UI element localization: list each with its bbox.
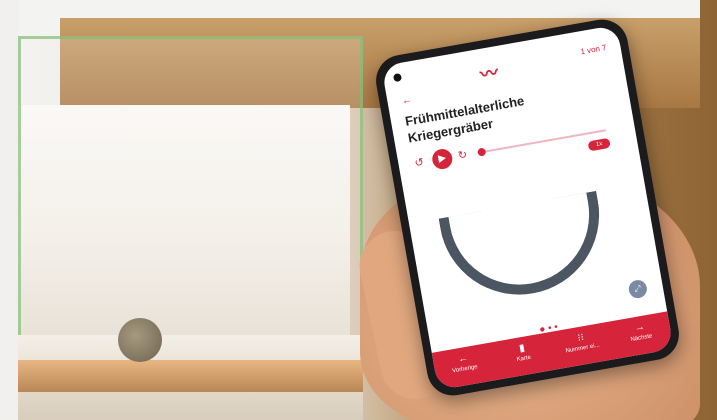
photo-scene: 〰 1 von 7 ← Frühmittelalterliche Krieger… [0,0,717,420]
item-counter: 1 von 7 [579,42,608,57]
artifact-image [438,190,612,308]
nav-number[interactable]: ⁝⁝ Nummer ei... [549,322,614,370]
speed-button[interactable]: 1x [587,137,611,152]
brand-logo: 〰 [478,62,498,86]
drawer-knob [118,318,162,362]
artifact-ring [438,190,612,308]
progress-bar[interactable] [477,129,606,157]
nav-next[interactable]: → Nächste [608,311,673,359]
forward-icon[interactable]: ↻ [457,148,468,162]
camera-icon [392,72,403,83]
rewind-icon[interactable]: ↺ [414,155,425,169]
nav-label: Karte [516,354,532,364]
play-button[interactable]: ▶ [430,147,454,171]
nav-previous[interactable]: ← Vorherige [432,342,497,390]
back-button[interactable]: ← [401,93,414,107]
nav-label: Nächste [630,333,653,344]
display-case-glass [18,36,363,366]
nav-map[interactable]: ▮ Karte [491,332,556,380]
phone-screen: 〰 1 von 7 ← Frühmittelalterliche Krieger… [381,24,674,391]
fullscreen-icon[interactable]: ⤢ [627,278,649,300]
display-case-rim [18,360,363,392]
progress-handle[interactable] [477,147,487,157]
